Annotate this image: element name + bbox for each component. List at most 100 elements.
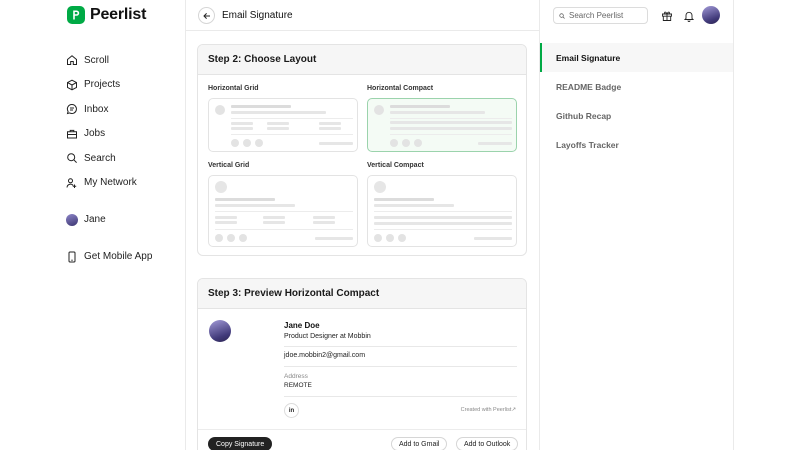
- signature-name: Jane Doe: [284, 321, 320, 330]
- layout-label-vertical-compact: Vertical Compact: [367, 162, 424, 169]
- signature-address-label: Address: [284, 373, 308, 380]
- thumb-bar: [267, 122, 289, 125]
- briefcase-icon: [67, 129, 77, 139]
- gift-button[interactable]: [660, 9, 673, 22]
- thumb-social-dot: [398, 234, 406, 242]
- thumb-avatar: [215, 181, 227, 193]
- thumb-bar: [390, 127, 512, 130]
- copy-signature-button[interactable]: Copy Signature: [208, 437, 273, 450]
- thumb-social-dot: [374, 234, 382, 242]
- nav-label: Jobs: [84, 128, 106, 140]
- phone-icon: [68, 251, 76, 263]
- tools-nav-github-recap[interactable]: Github Recap: [540, 101, 733, 130]
- thumb-bar: [215, 216, 237, 219]
- nav-label: Search: [84, 152, 116, 164]
- left-sidebar: Peerlist Scroll Projects Inbox Jobs Sear…: [0, 0, 185, 450]
- nav-label: My Network: [84, 177, 137, 189]
- app-root: Peerlist Scroll Projects Inbox Jobs Sear…: [0, 0, 800, 450]
- thumb-bar: [474, 237, 512, 240]
- layout-label-vertical-grid: Vertical Grid: [208, 162, 250, 169]
- tools-nav-readme-badge[interactable]: README Badge: [540, 72, 733, 101]
- network-icon: [66, 178, 77, 188]
- peerlist-logo-icon: [67, 6, 85, 24]
- layout-option-horizontal-compact[interactable]: [367, 98, 517, 152]
- thumb-bar: [263, 221, 285, 224]
- thumb-bar: [478, 142, 512, 145]
- thumb-bar: [319, 127, 341, 130]
- nav-item-my-network[interactable]: My Network: [66, 171, 184, 196]
- linkedin-icon[interactable]: in: [284, 403, 299, 418]
- search-icon: [559, 12, 565, 19]
- thumb-line: [215, 229, 353, 230]
- home-icon: [67, 55, 77, 66]
- thumb-bar: [313, 216, 335, 219]
- back-button[interactable]: [198, 7, 215, 24]
- logo-letter-shape: [73, 10, 80, 20]
- thumb-avatar: [215, 105, 225, 115]
- add-to-outlook-button[interactable]: Add to Outlook: [456, 437, 519, 450]
- brand-name: Peerlist: [90, 6, 147, 23]
- preview-title: Step 3: Preview Horizontal Compact: [198, 279, 526, 309]
- thumb-social-dot: [215, 234, 223, 242]
- thumb-bar: [374, 216, 512, 219]
- thumb-bar: [390, 121, 512, 124]
- user-avatar[interactable]: [702, 6, 720, 24]
- signature-avatar: [209, 320, 231, 342]
- created-with-peerlist-link[interactable]: Created with Peerlist↗: [461, 407, 516, 413]
- thumb-social-dot: [386, 234, 394, 242]
- search-box[interactable]: [553, 7, 648, 24]
- thumb-line: [374, 229, 512, 230]
- thumb-line: [231, 118, 353, 119]
- nav-item-search[interactable]: Search: [66, 146, 184, 171]
- thumb-bar: [374, 198, 434, 201]
- nav-item-get-mobile-app[interactable]: Get Mobile App: [66, 245, 184, 270]
- thumb-bar: [215, 204, 295, 207]
- layout-option-horizontal-grid[interactable]: [208, 98, 358, 152]
- thumb-bar: [390, 111, 485, 114]
- thumb-social-dot: [239, 234, 247, 242]
- divider-right: [733, 0, 734, 450]
- page-title: Email Signature: [222, 10, 293, 21]
- header-divider: [185, 30, 540, 31]
- tools-nav-layoffs-tracker[interactable]: Layoffs Tracker: [540, 130, 733, 159]
- signature-role: Product Designer at Mobbin: [284, 333, 371, 340]
- thumb-bar: [231, 122, 253, 125]
- layout-option-vertical-grid[interactable]: [208, 175, 358, 247]
- thumb-bar: [319, 142, 353, 145]
- thumb-avatar: [374, 181, 386, 193]
- nav-item-jobs[interactable]: Jobs: [66, 122, 184, 147]
- layout-label-horizontal-compact: Horizontal Compact: [367, 85, 434, 92]
- layout-option-vertical-compact[interactable]: [367, 175, 517, 247]
- thumb-bar: [313, 221, 335, 224]
- thumb-bar: [390, 105, 450, 108]
- nav-item-projects[interactable]: Projects: [66, 73, 184, 98]
- nav-label: Get Mobile App: [84, 251, 153, 263]
- thumb-social-dot: [231, 139, 239, 147]
- nav-item-profile[interactable]: Jane: [66, 208, 184, 233]
- nav-item-inbox[interactable]: Inbox: [66, 97, 184, 122]
- thumb-line: [231, 134, 353, 135]
- thumb-social-dot: [255, 139, 263, 147]
- thumb-bar: [315, 237, 353, 240]
- choose-layout-card: Step 2: Choose Layout Horizontal Grid Ho…: [197, 44, 527, 256]
- notifications-button[interactable]: [682, 9, 695, 22]
- thumb-social-dot: [227, 234, 235, 242]
- thumb-social-dot: [243, 139, 251, 147]
- search-input[interactable]: [569, 11, 647, 20]
- thumb-bar: [374, 222, 512, 225]
- thumb-bar: [231, 111, 326, 114]
- nav-label: Scroll: [84, 54, 110, 66]
- signature-email: jdoe.mobbin2@gmail.com: [284, 352, 366, 359]
- nav-item-scroll[interactable]: Scroll: [66, 48, 184, 73]
- chat-icon: [66, 104, 77, 115]
- brand[interactable]: Peerlist: [67, 6, 146, 24]
- add-to-gmail-button[interactable]: Add to Gmail: [391, 437, 448, 450]
- thumb-line: [390, 134, 512, 135]
- thumb-bar: [263, 216, 285, 219]
- nav-label: Projects: [84, 79, 121, 91]
- tools-nav-email-signature[interactable]: Email Signature: [540, 43, 733, 72]
- cube-icon: [67, 79, 77, 91]
- thumb-bar: [215, 221, 237, 224]
